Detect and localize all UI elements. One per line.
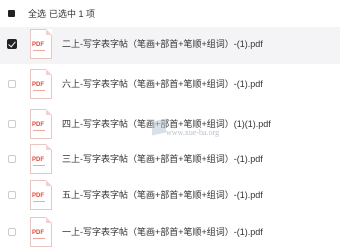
- file-row[interactable]: PDF 五上-写字表字帖（笔画+部首+笔顺+组词）-(1).pdf: [0, 178, 340, 215]
- pdf-file-icon: PDF: [30, 144, 52, 174]
- file-row[interactable]: PDF 四上-写字表字帖（笔画+部首+笔顺+组词）(1)(1).pdf: [0, 107, 340, 144]
- pdf-file-icon: PDF: [30, 69, 52, 99]
- file-row[interactable]: PDF 二上-写字表字帖（笔画+部首+笔顺+组词）-(1).pdf: [0, 27, 340, 64]
- file-name[interactable]: 一上-写字表字帖（笔画+部首+笔顺+组词）-(1).pdf: [62, 227, 263, 238]
- file-row[interactable]: PDF 六上-写字表字帖（笔画+部首+笔顺+组词）-(1).pdf: [0, 67, 340, 104]
- selection-count: 已选中 1 项: [49, 9, 96, 19]
- list-header: 全选 已选中 1 项: [0, 0, 340, 30]
- file-name[interactable]: 四上-写字表字帖（笔画+部首+笔顺+组词）(1)(1).pdf: [62, 119, 271, 130]
- file-name[interactable]: 二上-写字表字帖（笔画+部首+笔顺+组词）-(1).pdf: [62, 39, 263, 50]
- select-all-checkbox[interactable]: [8, 10, 15, 17]
- row-checkbox[interactable]: [8, 80, 16, 88]
- row-checkbox[interactable]: [8, 191, 16, 199]
- file-name[interactable]: 五上-写字表字帖（笔画+部首+笔顺+组词）-(1).pdf: [62, 190, 263, 201]
- pdf-file-icon: PDF: [30, 109, 52, 139]
- file-name[interactable]: 六上-写字表字帖（笔画+部首+笔顺+组词）-(1).pdf: [62, 79, 263, 90]
- file-name[interactable]: 三上-写字表字帖（笔画+部首+笔顺+组词）-(1).pdf: [62, 154, 263, 165]
- row-checkbox[interactable]: [7, 39, 17, 49]
- file-row[interactable]: PDF 一上-写字表字帖（笔画+部首+笔顺+组词）-(1).pdf: [0, 215, 340, 252]
- row-checkbox[interactable]: [8, 155, 16, 163]
- select-all-label[interactable]: 全选: [28, 9, 46, 20]
- file-row[interactable]: PDF 三上-写字表字帖（笔画+部首+笔顺+组词）-(1).pdf: [0, 142, 340, 179]
- pdf-file-icon: PDF: [30, 217, 52, 247]
- row-checkbox[interactable]: [8, 120, 16, 128]
- pdf-file-icon: PDF: [30, 29, 52, 59]
- row-checkbox[interactable]: [8, 228, 16, 236]
- pdf-file-icon: PDF: [30, 180, 52, 210]
